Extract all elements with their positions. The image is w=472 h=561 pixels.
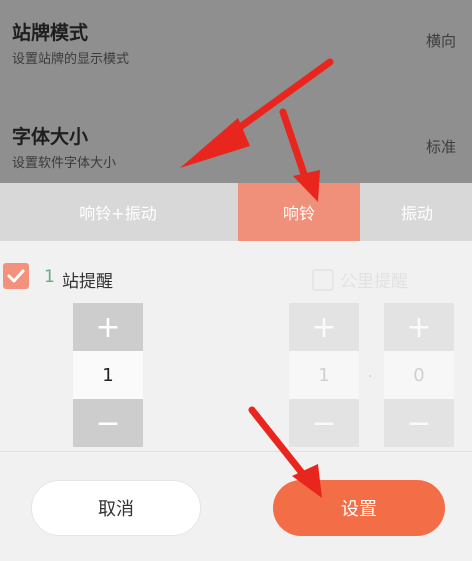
setting-row-stop-mode[interactable]: 站牌模式 设置站牌的显示模式 横向 [0, 0, 472, 90]
set-button[interactable]: 设置 [273, 480, 445, 536]
station-reminder-label: 站提醒 [62, 272, 113, 292]
alert-mode-tabs: 响铃+振动 响铃 振动 [0, 183, 472, 241]
tab-vibrate[interactable]: 振动 [362, 183, 472, 241]
distance-dec-stepper: + 0 − [384, 303, 454, 447]
setting-subtitle: 设置软件字体大小 [12, 156, 117, 171]
distance-reminder-label: 公里提醒 [340, 272, 408, 292]
setting-value: 横向 [425, 32, 456, 50]
checkmark-icon [7, 269, 25, 283]
setting-title: 字体大小 [12, 126, 89, 148]
settings-list: 站牌模式 设置站牌的显示模式 横向 字体大小 设置软件字体大小 标准 [0, 0, 472, 183]
cancel-button[interactable]: 取消 [31, 480, 201, 536]
distance-int-stepper: + 1 − [289, 303, 359, 447]
setting-subtitle: 设置站牌的显示模式 [12, 52, 130, 67]
dialog-actions: 取消 设置 [0, 451, 472, 561]
station-minus-button[interactable]: − [73, 399, 143, 447]
reminder-dialog: 响铃+振动 响铃 振动 1 站提醒 公里提醒 + 1 − + 1 − · + 0 [0, 183, 472, 561]
setting-value: 标准 [425, 138, 456, 156]
station-value: 1 [73, 351, 143, 399]
tab-ring-vibrate[interactable]: 响铃+振动 [0, 183, 236, 241]
decimal-separator: · [368, 369, 373, 385]
station-count: 1 [44, 267, 55, 287]
distance-reminder-checkbox[interactable] [312, 269, 334, 291]
setting-row-font-size[interactable]: 字体大小 设置软件字体大小 标准 [0, 92, 472, 182]
distance-int-value: 1 [289, 351, 359, 399]
distance-dec-minus-button[interactable]: − [384, 399, 454, 447]
distance-int-minus-button[interactable]: − [289, 399, 359, 447]
station-plus-button[interactable]: + [73, 303, 143, 351]
distance-int-plus-button[interactable]: + [289, 303, 359, 351]
setting-title: 站牌模式 [12, 22, 89, 44]
distance-dec-plus-button[interactable]: + [384, 303, 454, 351]
station-stepper: + 1 − [73, 303, 143, 447]
tab-ring[interactable]: 响铃 [238, 183, 360, 241]
reminder-options: 1 站提醒 公里提醒 + 1 − + 1 − · + 0 − [0, 241, 472, 451]
distance-dec-value: 0 [384, 351, 454, 399]
station-reminder-checkbox[interactable] [3, 263, 29, 289]
